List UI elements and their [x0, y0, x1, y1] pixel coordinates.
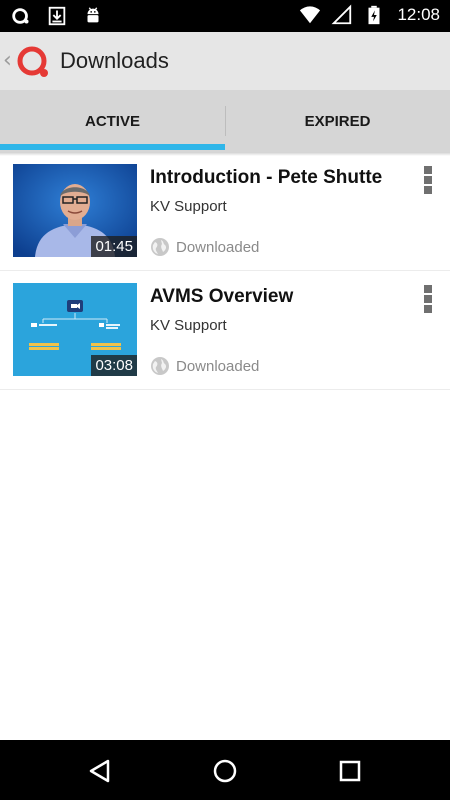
more-options-icon[interactable]: [418, 283, 438, 315]
page-title: Downloads: [60, 48, 169, 73]
tab-selected-indicator: [0, 144, 225, 150]
app-logo-icon[interactable]: [15, 44, 51, 80]
back-chevron-icon[interactable]: ‹: [3, 50, 15, 72]
download-status: Downloaded: [150, 356, 259, 376]
download-item[interactable]: 03:08 AVMS Overview KV Support Downloade…: [0, 271, 450, 390]
downloads-list: 01:45 Introduction - Pete Shutte KV Supp…: [0, 152, 450, 390]
video-author: KV Support: [150, 198, 227, 215]
android-debug-icon: [87, 7, 99, 23]
video-title: Introduction - Pete Shutte: [150, 167, 383, 188]
globe-icon: [151, 238, 169, 256]
tab-bar: ACTIVE EXPIRED: [0, 90, 450, 152]
app-notification-icon: [12, 8, 29, 24]
video-thumbnail[interactable]: 01:45: [13, 164, 137, 257]
video-duration: 03:08: [91, 355, 137, 376]
recents-nav-icon[interactable]: [337, 758, 363, 784]
tab-expired[interactable]: EXPIRED: [225, 90, 450, 152]
system-nav-bar: [0, 740, 450, 800]
tab-active[interactable]: ACTIVE: [0, 90, 225, 152]
download-status-label: Downloaded: [176, 238, 260, 256]
download-status: Downloaded: [150, 237, 259, 257]
video-title: AVMS Overview: [150, 286, 294, 307]
download-item[interactable]: 01:45 Introduction - Pete Shutte KV Supp…: [0, 152, 450, 271]
back-nav-icon[interactable]: [87, 758, 113, 784]
app-bar: ‹ Downloads: [0, 32, 450, 90]
battery-charging-icon: [368, 5, 380, 25]
more-options-icon[interactable]: [418, 164, 438, 196]
status-bar: 12:08: [0, 0, 450, 32]
download-icon: [48, 6, 66, 26]
wifi-icon: [300, 6, 321, 24]
video-thumbnail[interactable]: 03:08: [13, 283, 137, 376]
video-author: KV Support: [150, 317, 227, 334]
home-nav-icon[interactable]: [212, 758, 238, 784]
globe-icon: [151, 357, 169, 375]
status-time: 12:08: [397, 5, 440, 24]
download-status-label: Downloaded: [176, 357, 260, 375]
signal-icon: [331, 4, 352, 25]
video-duration: 01:45: [91, 236, 137, 257]
